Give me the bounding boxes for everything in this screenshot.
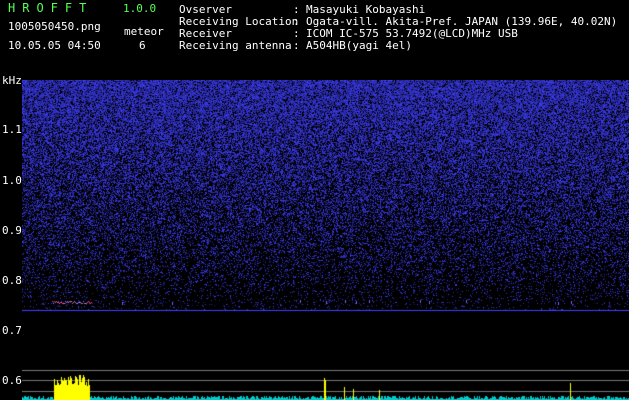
- freq-tick-label: 0.6: [2, 374, 22, 387]
- file-name: 1005050450.png: [8, 20, 101, 33]
- meta-key-antenna: Receiving antenna: [179, 39, 292, 52]
- freq-tick-label: 0.7: [2, 324, 22, 337]
- meta-sep: :: [293, 39, 300, 52]
- khz-axis-label: kHz: [2, 74, 22, 87]
- meteor-label: meteor: [124, 25, 164, 38]
- spectrogram-waterfall: [22, 80, 629, 400]
- app-title: HROFFT: [8, 1, 94, 15]
- datetime: 10.05.05 04:50: [8, 39, 101, 52]
- meteor-count: 6: [139, 39, 146, 52]
- app-version: 1.0.0: [123, 2, 157, 15]
- freq-tick-label: 0.8: [2, 274, 22, 287]
- freq-tick-label: 1.1: [2, 123, 22, 136]
- freq-tick-label: 1.0: [2, 174, 22, 187]
- freq-tick-label: 0.9: [2, 224, 22, 237]
- meta-value-antenna: A504HB(yagi 4el): [306, 39, 412, 52]
